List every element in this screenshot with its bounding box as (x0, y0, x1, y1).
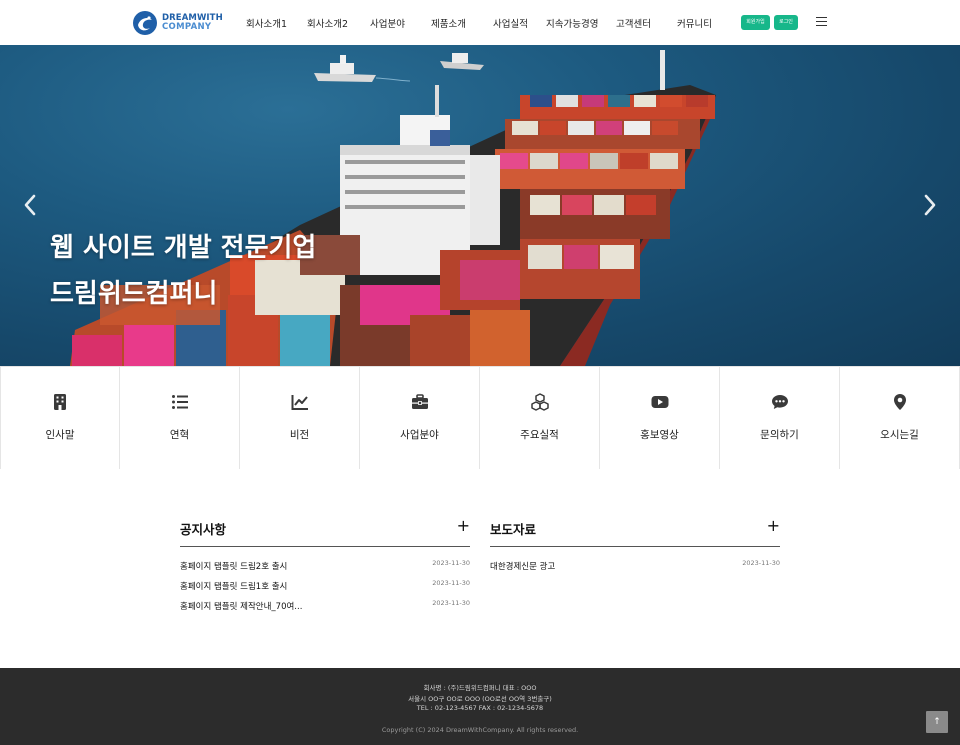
quick-menu: 인사말 연혁 비전 사업분야 주요실적 홍보영상 문의하기 오시는길 (0, 366, 960, 469)
quick-item-directions[interactable]: 오시는길 (840, 367, 960, 469)
hero-line-2: 드림위드컴퍼니 (50, 279, 218, 309)
nav-company-intro-2[interactable]: 회사소개2 (307, 16, 348, 30)
footer-company-info: 회사명 : (주)드림위드컴퍼니 대표 : OOO (423, 684, 537, 692)
list-item: 대한경제신문 광고 2023-11-30 (490, 559, 780, 580)
quick-item-promo-video[interactable]: 홍보영상 (600, 367, 720, 469)
container-stack-far (495, 95, 715, 299)
chart-line-icon (291, 395, 308, 410)
menu-icon[interactable] (816, 17, 827, 27)
hero-title: 웹 사이트 개발 전문기업 드림위드컴퍼니 (50, 225, 316, 317)
slide-prev-icon[interactable] (21, 193, 39, 217)
youtube-icon (651, 396, 668, 408)
list-icon (171, 395, 188, 409)
logo-line2: COMPANY (162, 22, 212, 32)
quick-label: 비전 (289, 429, 310, 441)
footer-copyright: Copyright (C) 2024 DreamWithCompany. All… (381, 726, 579, 734)
quick-label: 문의하기 (760, 429, 799, 441)
quick-item-vision[interactable]: 비전 (240, 367, 360, 469)
post-title[interactable]: 홈페이지 탬플릿 드림2호 출시 (180, 560, 287, 572)
site-footer: 회사명 : (주)드림위드컴퍼니 대표 : OOO 서울시 OO구 OO로 OO… (0, 668, 960, 745)
login-button[interactable]: 로그인 (774, 15, 798, 30)
logo-mark-icon (133, 11, 157, 35)
quick-item-inquiry[interactable]: 문의하기 (720, 367, 840, 469)
quick-label: 사업분야 (400, 429, 439, 441)
comment-dots-icon (771, 395, 788, 409)
press-more-button[interactable]: + (767, 516, 780, 535)
press-header: 보도자료 + (490, 516, 780, 547)
nav-customer-center[interactable]: 고객센터 (616, 16, 651, 30)
quick-label: 인사말 (45, 429, 75, 441)
press-board: 보도자료 + 대한경제신문 광고 2023-11-30 (490, 516, 780, 580)
nav-company-intro-1[interactable]: 회사소개1 (246, 16, 287, 30)
quick-item-history[interactable]: 연혁 (120, 367, 240, 469)
notice-header: 공지사항 + (180, 516, 470, 547)
quick-item-greeting[interactable]: 인사말 (0, 367, 120, 469)
slide-next-icon[interactable] (921, 193, 939, 217)
nav-achievements[interactable]: 사업실적 (493, 16, 528, 30)
post-date: 2023-11-30 (742, 559, 780, 567)
footer-contact: TEL : 02-123-4567 FAX : 02-1234-5678 (416, 704, 544, 712)
quick-label: 연혁 (169, 429, 190, 441)
nav-business-area[interactable]: 사업분야 (370, 16, 405, 30)
post-date: 2023-11-30 (432, 579, 470, 587)
logo[interactable]: DREAMWITH COMPANY (132, 9, 223, 37)
post-title[interactable]: 홈페이지 탬플릿 드림1호 출시 (180, 580, 287, 592)
quick-label: 주요실적 (520, 429, 559, 441)
cargo-ship-image (70, 50, 716, 366)
footer-address: 서울시 OO구 OO로 OOO (OO로선 OO역 3번출구) (408, 695, 552, 703)
site-header: DREAMWITH COMPANY 회사소개1 회사소개2 사업분야 제품소개 … (0, 0, 960, 45)
hero-line-1: 웹 사이트 개발 전문기업 (50, 233, 317, 263)
cubes-icon (530, 393, 549, 411)
press-title: 보도자료 (490, 522, 537, 537)
scroll-top-button[interactable]: ↑ (926, 711, 948, 733)
notice-more-button[interactable]: + (457, 516, 470, 535)
signup-button[interactable]: 회원가입 (741, 15, 770, 30)
map-pin-icon (893, 394, 906, 410)
post-title[interactable]: 홈페이지 탬플릿 제작안내_70여... (180, 600, 302, 612)
briefcase-icon (411, 394, 428, 409)
hero-banner: 웹 사이트 개발 전문기업 드림위드컴퍼니 (0, 45, 960, 366)
post-date: 2023-11-30 (432, 559, 470, 567)
nav-community[interactable]: 커뮤니티 (677, 16, 712, 30)
tugboat-1 (314, 55, 411, 82)
post-title[interactable]: 대한경제신문 광고 (490, 560, 555, 572)
nav-products[interactable]: 제품소개 (431, 16, 466, 30)
list-item: 홈페이지 탬플릿 드림2호 출시 2023-11-30 (180, 559, 470, 580)
nav-sustainability[interactable]: 지속가능경영 (546, 16, 598, 30)
list-item: 홈페이지 탬플릿 제작안내_70여... 2023-11-30 (180, 599, 470, 620)
post-date: 2023-11-30 (432, 599, 470, 607)
quick-label: 홍보영상 (640, 429, 679, 441)
quick-item-achievements[interactable]: 주요실적 (480, 367, 600, 469)
list-item: 홈페이지 탬플릿 드림1호 출시 2023-11-30 (180, 579, 470, 600)
notice-title: 공지사항 (180, 522, 227, 537)
notice-board: 공지사항 + 홈페이지 탬플릿 드림2호 출시 2023-11-30 홈페이지 … (180, 516, 470, 620)
building-icon (54, 394, 66, 410)
quick-item-business[interactable]: 사업분야 (360, 367, 480, 469)
tugboat-2 (440, 53, 484, 70)
quick-label: 오시는길 (880, 429, 919, 441)
